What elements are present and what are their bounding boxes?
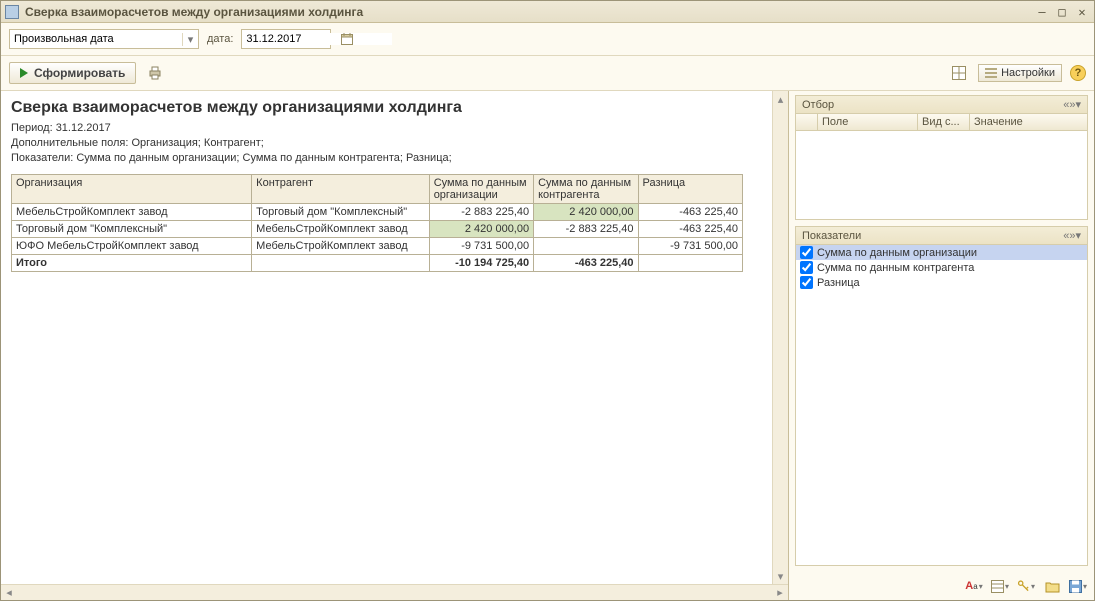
list-item[interactable]: Сумма по данным контрагента: [796, 260, 1087, 275]
maximize-button[interactable]: □: [1054, 5, 1070, 19]
cell-sum-contr: -2 883 225,40: [534, 221, 638, 238]
app-icon: [5, 5, 19, 19]
scroll-right-icon[interactable]: ▸: [772, 585, 788, 600]
scroll-down-icon[interactable]: ▾: [773, 568, 788, 584]
report-table: Организация Контрагент Сумма по данным о…: [11, 174, 743, 272]
chevron-down-icon[interactable]: ▾: [1075, 229, 1081, 242]
report-indicators: Показатели: Сумма по данным организации;…: [11, 151, 762, 166]
date-input[interactable]: [242, 33, 392, 45]
vertical-scrollbar[interactable]: ▴ ▾: [772, 91, 788, 584]
col-diff[interactable]: Разница: [638, 175, 742, 204]
cell-sum-org: -2 883 225,40: [429, 204, 533, 221]
cell-contr: Торговый дом "Комплексный": [252, 204, 430, 221]
period-mode-input[interactable]: [10, 33, 182, 45]
report-scroll[interactable]: Сверка взаиморасчетов между организациям…: [1, 91, 772, 584]
grid-settings-icon[interactable]: [990, 576, 1010, 596]
scroll-left-icon[interactable]: ◂: [1, 585, 17, 600]
indicator-checkbox[interactable]: [800, 261, 813, 274]
cell-sum-contr[interactable]: 2 420 000,00: [534, 204, 638, 221]
play-icon: [20, 68, 28, 78]
report-fields: Дополнительные поля: Организация; Контра…: [11, 136, 762, 151]
cell-org: МебельСтройКомплект завод: [12, 204, 252, 221]
footer-toolbar: Aа: [795, 572, 1088, 596]
total-blank: [252, 255, 430, 272]
horizontal-scrollbar[interactable]: ◂ ▸: [1, 584, 788, 600]
indicators-list: Сумма по данным организации Сумма по дан…: [796, 245, 1087, 565]
filter-grid-header: Поле Вид с... Значение: [796, 114, 1087, 131]
cell-org: Торговый дом "Комплексный": [12, 221, 252, 238]
close-button[interactable]: ✕: [1074, 5, 1090, 19]
right-pane: Отбор « » ▾ Поле Вид с... Значение Показ…: [789, 91, 1094, 600]
indicators-header[interactable]: Показатели « » ▾: [796, 227, 1087, 245]
indicators-group: Показатели « » ▾ Сумма по данным организ…: [795, 226, 1088, 566]
report-period: Период: 31.12.2017: [11, 121, 762, 136]
filter-col-pole[interactable]: Поле: [818, 114, 918, 130]
save-icon[interactable]: [1068, 576, 1088, 596]
indicators-title: Показатели: [802, 230, 1063, 242]
filter-col-value[interactable]: Значение: [970, 114, 1087, 130]
toolbar: Сформировать Настройки ?: [1, 56, 1094, 91]
main-area: Сверка взаиморасчетов между организациям…: [1, 91, 1094, 600]
indicator-checkbox[interactable]: [800, 276, 813, 289]
minimize-button[interactable]: —: [1034, 5, 1050, 19]
chevron-down-icon[interactable]: ▾: [182, 33, 198, 46]
list-item[interactable]: Разница: [796, 275, 1087, 290]
folder-open-icon[interactable]: [1042, 576, 1062, 596]
filter-grid-body[interactable]: [796, 131, 1087, 219]
col-sum-org[interactable]: Сумма по данным организации: [429, 175, 533, 204]
calendar-icon[interactable]: [339, 29, 355, 49]
font-style-icon[interactable]: Aа: [964, 576, 984, 596]
form-report-label: Сформировать: [34, 66, 125, 80]
cell-org: ЮФО МебельСтройКомплект завод: [12, 238, 252, 255]
list-item[interactable]: Сумма по данным организации: [796, 245, 1087, 260]
col-contragent[interactable]: Контрагент: [252, 175, 430, 204]
table-header-row: Организация Контрагент Сумма по данным о…: [12, 175, 743, 204]
col-organization[interactable]: Организация: [12, 175, 252, 204]
filter-group: Отбор « » ▾ Поле Вид с... Значение: [795, 95, 1088, 220]
titlebar: Сверка взаиморасчетов между организациям…: [1, 1, 1094, 23]
total-sum-contr: -463 225,40: [534, 255, 638, 272]
table-view-icon[interactable]: [948, 62, 970, 84]
total-sum-org: -10 194 725,40: [429, 255, 533, 272]
total-label: Итого: [12, 255, 252, 272]
report-title: Сверка взаиморасчетов между организациям…: [11, 99, 762, 117]
cell-sum-contr: [534, 238, 638, 255]
window-title: Сверка взаиморасчетов между организациям…: [25, 5, 1034, 19]
filter-title: Отбор: [802, 99, 1063, 111]
cell-contr: МебельСтройКомплект завод: [252, 221, 430, 238]
parameter-bar: ▾ дата:: [1, 23, 1094, 56]
indicator-label: Сумма по данным контрагента: [817, 262, 974, 274]
total-diff: [638, 255, 742, 272]
list-icon: [985, 67, 997, 79]
indicator-checkbox[interactable]: [800, 246, 813, 259]
help-icon[interactable]: ?: [1070, 65, 1086, 81]
chevron-down-icon[interactable]: ▾: [1075, 98, 1081, 111]
filter-header[interactable]: Отбор « » ▾: [796, 96, 1087, 114]
table-row[interactable]: ЮФО МебельСтройКомплект завод МебельСтро…: [12, 238, 743, 255]
cell-diff: -463 225,40: [638, 204, 742, 221]
report-area: Сверка взаиморасчетов между организациям…: [1, 91, 789, 600]
filter-col-check[interactable]: [796, 114, 818, 130]
col-sum-contr[interactable]: Сумма по данным контрагента: [534, 175, 638, 204]
settings-label: Настройки: [1001, 67, 1055, 79]
form-report-button[interactable]: Сформировать: [9, 62, 136, 84]
filter-col-vid[interactable]: Вид с...: [918, 114, 970, 130]
date-field[interactable]: [241, 29, 331, 49]
cell-sum-org[interactable]: 2 420 000,00: [429, 221, 533, 238]
key-icon[interactable]: [1016, 576, 1036, 596]
indicator-label: Сумма по данным организации: [817, 247, 977, 259]
indicator-label: Разница: [817, 277, 860, 289]
settings-button[interactable]: Настройки: [978, 64, 1062, 82]
table-row[interactable]: Торговый дом "Комплексный" МебельСтройКо…: [12, 221, 743, 238]
cell-sum-org: -9 731 500,00: [429, 238, 533, 255]
period-mode-combo[interactable]: ▾: [9, 29, 199, 49]
table-total-row: Итого -10 194 725,40 -463 225,40: [12, 255, 743, 272]
print-icon[interactable]: [144, 62, 166, 84]
cell-diff: -9 731 500,00: [638, 238, 742, 255]
date-label: дата:: [207, 33, 233, 45]
cell-diff: -463 225,40: [638, 221, 742, 238]
cell-contr: МебельСтройКомплект завод: [252, 238, 430, 255]
scroll-up-icon[interactable]: ▴: [773, 91, 788, 107]
table-row[interactable]: МебельСтройКомплект завод Торговый дом "…: [12, 204, 743, 221]
